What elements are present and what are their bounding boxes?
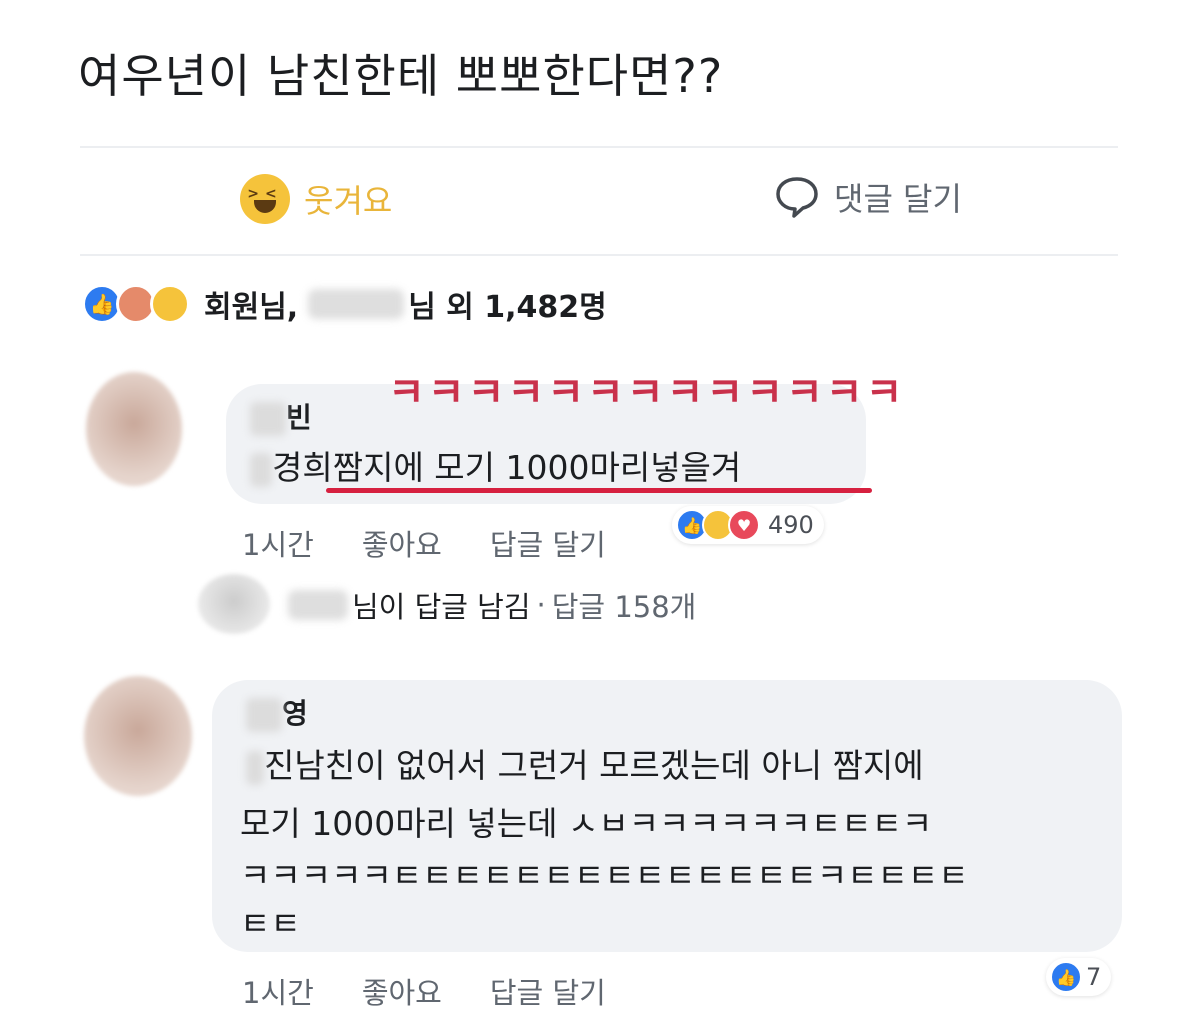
comment-text-line: ㅌㅌ xyxy=(240,904,301,943)
action-bar: >< 웃겨요 댓글 달기 xyxy=(80,146,1118,256)
reactor-name: 회원님, xyxy=(204,290,299,325)
like-link[interactable]: 좋아요 xyxy=(362,970,442,1012)
reply-summary[interactable]: 님이 답글 남김 · 답글 158개 xyxy=(288,584,696,626)
comment-text-line: 진남친이 없어서 그런거 모르겠는데 아니 짬지에 xyxy=(246,740,924,792)
haha-emoji-icon: >< xyxy=(240,174,290,224)
blurred-name xyxy=(246,750,264,785)
laugh-label: 웃겨요 xyxy=(304,182,393,220)
avatar[interactable] xyxy=(198,574,270,634)
reply-link[interactable]: 답글 달기 xyxy=(490,970,606,1012)
comment-text: 경희짬지에 모기 1000마리넣을겨 xyxy=(250,442,741,494)
comment-bubble-icon xyxy=(776,177,818,218)
red-underline xyxy=(326,488,872,493)
comment-button[interactable]: 댓글 달기 xyxy=(774,174,962,220)
comment-actions: 1시간 좋아요 답글 달기 xyxy=(242,522,606,564)
comment-label: 댓글 달기 xyxy=(834,180,962,218)
reactor-count: 님 외 1,482명 xyxy=(408,290,607,325)
heart-icon: ♥ xyxy=(728,509,760,541)
reactions-summary[interactable]: 👍 회원님, 님 외 1,482명 xyxy=(82,282,607,326)
overlay-laugh-text: ㅋㅋㅋㅋㅋㅋㅋㅋㅋㅋㅋㅋㅋ xyxy=(388,370,906,416)
comment-reaction-count[interactable]: 👍 7 xyxy=(1046,958,1112,996)
comment-author[interactable]: 영 xyxy=(246,692,308,732)
reply-link[interactable]: 답글 달기 xyxy=(490,522,606,564)
comment-time[interactable]: 1시간 xyxy=(242,970,314,1012)
avatar[interactable] xyxy=(86,372,182,486)
like-icon: 👍 xyxy=(1050,961,1082,993)
laugh-reaction-button[interactable]: >< 웃겨요 xyxy=(240,174,392,224)
comment-time[interactable]: 1시간 xyxy=(242,522,314,564)
blurred-name xyxy=(288,590,348,620)
blurred-name xyxy=(250,402,286,436)
comment-author[interactable]: 빈 xyxy=(250,396,312,436)
post-title: 여우년이 남친한테 뽀뽀한다면?? xyxy=(78,49,724,103)
like-link[interactable]: 좋아요 xyxy=(362,522,442,564)
blurred-name xyxy=(308,289,405,319)
blurred-name xyxy=(246,698,282,732)
comment-text-line: 모기 1000마리 넣는데 ㅅㅂㅋㅋㅋㅋㅋㅋㅌㅌㅌㅋ xyxy=(240,804,933,843)
blurred-name xyxy=(250,452,272,487)
comment-text-line: ㅋㅋㅋㅋㅋㅌㅌㅌㅌㅌㅌㅌㅌㅌㅌㅌㅌㅌㅌㅋㅌㅌㅌㅌ xyxy=(240,856,969,895)
avatar[interactable] xyxy=(84,676,192,796)
comment-actions: 1시간 좋아요 답글 달기 xyxy=(242,970,606,1012)
haha-icon xyxy=(150,284,190,324)
comment-reaction-count[interactable]: 👍 ♥ 490 xyxy=(672,506,824,544)
